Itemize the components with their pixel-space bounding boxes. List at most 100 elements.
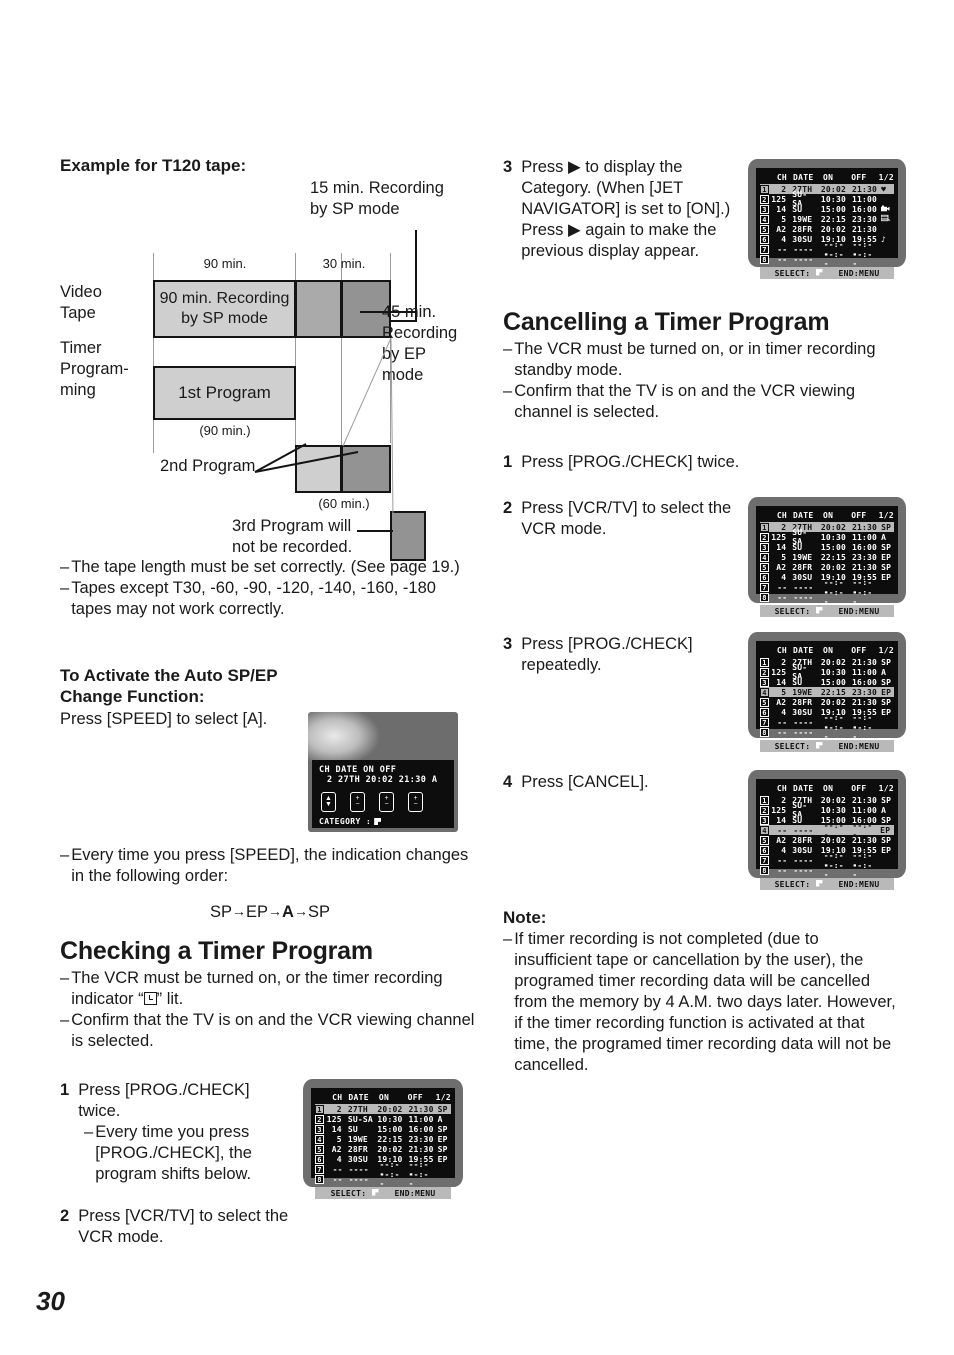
osd-row-index: 7	[760, 855, 769, 865]
osd-row-index: 8	[760, 592, 769, 602]
osd-cell-on: --:--	[823, 861, 844, 879]
osd-row[interactable]: 4 5 19WE 22:15 23:30 EP	[760, 687, 894, 697]
osd-cell-ch: 14	[331, 1124, 342, 1134]
osd-row[interactable]: 2 125 SU-SA 10:30 11:00	[760, 190, 894, 208]
cancel-step-3-text: Press [PROG./CHECK] repeatedly.	[521, 635, 693, 674]
osd-row-index: 1	[760, 657, 769, 667]
updown-button-icon[interactable]: ▲ ▼	[321, 792, 336, 812]
osd-row[interactable]: 1 2 27TH 20:02 21:30 ♥	[760, 184, 894, 194]
osd-row-index: 8	[760, 727, 769, 737]
tape-note-2-text: Tapes except T30, -60, -90, -120, -140, …	[71, 579, 436, 618]
osd-row[interactable]: 5 A2 28FR 20:02 21:30 SP	[315, 1144, 451, 1154]
osd-row[interactable]: 2 125 SU-SA 10:30 11:00 A	[315, 1114, 451, 1124]
arrow-icon-3: →	[293, 903, 308, 919]
osd-cell-date: ----	[348, 1174, 369, 1184]
osd-cell-ch: 4	[336, 1154, 342, 1164]
osd-cell-ch: --	[777, 592, 788, 602]
osd-row[interactable]: 4 5 19WE 22:15 23:30 EP	[315, 1134, 451, 1144]
osd-row[interactable]: 2 125 SU-SA 10:30 11:00 A	[760, 528, 894, 546]
osd-row[interactable]: 8 -- ---- --:-- --:--	[760, 861, 894, 879]
speed-note: – Every time you press [SPEED], the indi…	[60, 845, 480, 887]
osd-cell-off: 21:30	[851, 697, 878, 707]
osd-row-index: 3	[760, 204, 769, 214]
osd-cell-date: 28FR	[347, 1144, 368, 1154]
osd-row[interactable]: 1 2 27TH 20:02 21:30 SP	[760, 522, 894, 532]
osd-cell-off: --:--	[852, 861, 873, 879]
osd-row[interactable]: 5 A2 28FR 20:02 21:30 SP	[760, 697, 894, 707]
osd-cell-off: 11:00	[851, 805, 878, 815]
osd-cell-mode: ♥	[881, 184, 887, 194]
osd-cell-date: 30SU	[792, 572, 813, 582]
osd-row[interactable]: 5 A2 28FR 20:02 21:30	[760, 224, 894, 234]
osd-row[interactable]: 2 125 SU-SA 10:30 11:00 A	[760, 801, 894, 819]
page-number: 30	[36, 1286, 65, 1316]
osd-cell-on: --:--	[379, 1170, 400, 1188]
osd-cell-mode: SP	[881, 815, 892, 825]
cancelling-section: Cancelling a Timer Program – The VCR mus…	[503, 308, 898, 423]
osd-cancel-step3-screen[interactable]: CH DATE ON OFF 1/2 1 2 27TH 20:02 21:30 SP 2 125 SU-S…	[748, 632, 906, 752]
osd-row[interactable]: 1 2 27TH 20:02 21:30 SP	[760, 795, 894, 805]
speed-order-ep: EP	[246, 903, 269, 921]
osd-cancel-step2-screen[interactable]: CH DATE ON OFF 1/2 1 2 27TH 20:02 21:30 SP 2 125 SU-S…	[748, 497, 906, 617]
cancelling-bullet-1-text: The VCR must be turned on, or in timer r…	[514, 340, 876, 379]
osd-cell-on: 20:02	[377, 1104, 403, 1114]
osd-cell-off: 21:30	[408, 1144, 434, 1154]
osd-row-index: 2	[760, 532, 769, 542]
cancel-step-1-row: 1 Press [PROG./CHECK] twice.	[503, 452, 743, 473]
osd-row[interactable]: 8 -- ---- --:-- --:--	[315, 1170, 451, 1188]
osd-row[interactable]: 2 125 SU-SA 10:30 11:00 A	[760, 663, 894, 681]
osd-cell-mode: A	[437, 1114, 443, 1124]
arrow-icon-2: →	[268, 903, 283, 919]
osd-cell-mode: SP	[437, 1104, 448, 1114]
osd-row[interactable]: 5 A2 28FR 20:02 21:30 SP	[760, 835, 894, 845]
osd-category-screen[interactable]: CH DATE ON OFF 2 27TH 20:02 21:30 A ▲ ▼ +…	[308, 712, 458, 832]
osd-header-row: CH DATE ON OFF 1/2	[760, 783, 894, 794]
osd-cell-on: 20:02	[820, 522, 846, 532]
osd-cell-on: 15:00	[377, 1124, 403, 1134]
osd-col-off: OFF	[851, 646, 867, 655]
osd-row-index: 5	[315, 1144, 324, 1154]
cancel-step-3-row: 3 Press [PROG./CHECK] repeatedly.	[503, 634, 733, 676]
osd-footer-end: END:MENU	[838, 606, 880, 616]
osd-category-list-screen[interactable]: CH DATE ON OFF 1/2 1 2 27TH 20:02 21:30 ♥ 2 125 SU-SA…	[748, 159, 906, 279]
osd-row-index: 2	[760, 805, 769, 815]
osd-row[interactable]: 1 2 27TH 20:02 21:30 SP	[315, 1104, 451, 1114]
osd-cell-off: 23:30	[408, 1134, 434, 1144]
osd-row[interactable]: 3 14 SU 15:00 16:00 SP	[315, 1124, 451, 1134]
osd-cell-on: 20:02	[820, 657, 846, 667]
osd-row[interactable]: 4 5 19WE 22:15 23:30	[760, 214, 894, 224]
osd-cell-ch: 125	[771, 667, 787, 677]
osd-cell-ch: 125	[771, 805, 787, 815]
osd-check-left-screen[interactable]: CH DATE ON OFF 1/2 1 2 27TH 20:02 21:30 SP 2 125 SU-S…	[303, 1079, 463, 1199]
osd-cell-mode: EP	[437, 1154, 448, 1164]
osd-row[interactable]: 3 14 SU 15:00 16:00 SP	[760, 677, 894, 687]
auto-spep-heading: To Activate the Auto SP/EP Change Functi…	[60, 666, 278, 706]
osd-row[interactable]: 8 -- ---- --:-- --:--	[760, 250, 894, 268]
osd-footer-end: END:MENU	[838, 268, 880, 278]
row-label-video-tape: Video Tape	[60, 283, 102, 322]
osd-row[interactable]: 1 2 27TH 20:02 21:30 SP	[760, 657, 894, 667]
osd-col-page: 1/2	[435, 1093, 451, 1102]
osd-col-ch: CH	[776, 784, 788, 793]
osd-col-date: DATE	[793, 511, 814, 520]
dash-9: –	[503, 930, 513, 948]
plusminus-button-icon-3[interactable]: + −	[408, 792, 423, 812]
tick-90min: 90 min.	[203, 256, 247, 271]
osd-row[interactable]: 5 A2 28FR 20:02 21:30 SP	[760, 562, 894, 572]
osd-row[interactable]: 4 5 19WE 22:15 23:30 EP	[760, 552, 894, 562]
plusminus-button-icon-2[interactable]: + −	[379, 792, 394, 812]
osd-cell-on: --:--	[823, 723, 844, 741]
osd-row[interactable]: 4 -- ---- --:-- --:-- EP	[760, 821, 894, 839]
osd-row-index: 2	[760, 194, 769, 204]
osd-row[interactable]: 3 14 SU 15:00 16:00 SP	[760, 542, 894, 552]
note-section: Note: – If timer recording is not comple…	[503, 907, 898, 1076]
osd-row-index: 3	[760, 815, 769, 825]
dash-8: –	[503, 382, 513, 400]
plusminus-button-icon-1[interactable]: + −	[350, 792, 365, 812]
osd-row[interactable]: 3 14 SU 15:00 16:00	[760, 204, 894, 214]
tape-block-sp: 90 min. Recording by SP mode	[153, 280, 296, 338]
osd-row[interactable]: 8 -- ---- --:-- --:--	[760, 588, 894, 606]
osd-row[interactable]: 8 -- ---- --:-- --:--	[760, 723, 894, 741]
osd-cell-ch: 4	[781, 707, 787, 717]
osd-cancel-step4-screen[interactable]: CH DATE ON OFF 1/2 1 2 27TH 20:02 21:30 SP 2 125 SU-S…	[748, 770, 906, 890]
